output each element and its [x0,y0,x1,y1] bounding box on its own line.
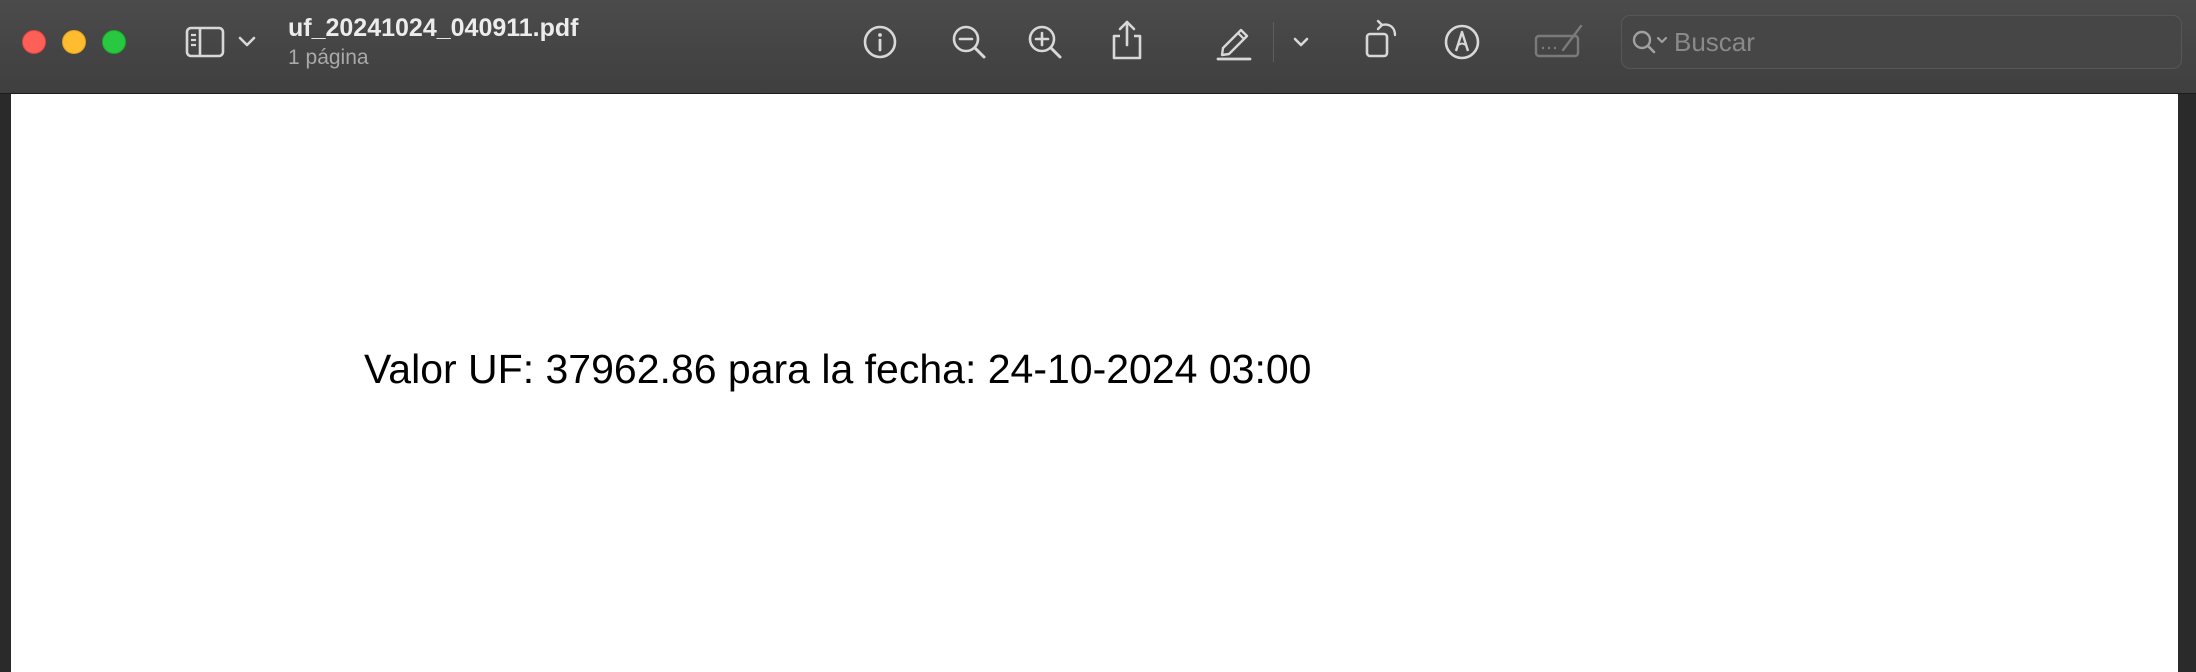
sidebar-options-button[interactable] [234,28,260,56]
document-viewer[interactable]: Valor UF: 37962.86 para la fecha: 24-10-… [0,94,2196,672]
zoom-out-button[interactable] [949,20,989,64]
markup-icon [1444,24,1480,60]
chevron-down-icon [238,36,256,47]
form-fill-icon [1534,24,1583,58]
sidebar-icon [185,26,225,58]
form-fill-button[interactable] [1533,20,1585,64]
titlebar: uf_20241024_040911.pdf 1 página [0,0,2196,94]
page-count: 1 página [288,46,369,69]
highlight-options-button[interactable] [1289,28,1313,56]
close-window-button[interactable] [22,30,46,54]
chevron-down-icon [1293,37,1309,46]
info-icon [863,25,897,59]
pdf-page: Valor UF: 37962.86 para la fecha: 24-10-… [11,94,2178,672]
search-input[interactable] [1674,16,2169,68]
page-text: Valor UF: 37962.86 para la fecha: 24-10-… [364,346,1312,392]
search-icon [1632,30,1668,54]
zoom-in-button[interactable] [1025,20,1065,64]
share-icon [1112,20,1142,60]
document-title: uf_20241024_040911.pdf [288,14,579,42]
highlight-button[interactable] [1211,18,1257,64]
highlight-pen-icon [1216,28,1252,61]
info-button[interactable] [860,20,900,64]
search-field[interactable] [1621,15,2182,69]
markup-button[interactable] [1442,20,1482,64]
rotate-icon [1365,19,1397,58]
minimize-window-button[interactable] [62,30,86,54]
toolbar-separator [1273,22,1274,62]
maximize-window-button[interactable] [102,30,126,54]
zoom-in-icon [1028,25,1062,59]
share-button[interactable] [1107,16,1147,64]
zoom-out-icon [952,25,986,59]
sidebar-toggle-button[interactable] [180,22,230,62]
rotate-button[interactable] [1359,16,1403,62]
preview-window: uf_20241024_040911.pdf 1 página Buscar V… [0,0,2196,672]
